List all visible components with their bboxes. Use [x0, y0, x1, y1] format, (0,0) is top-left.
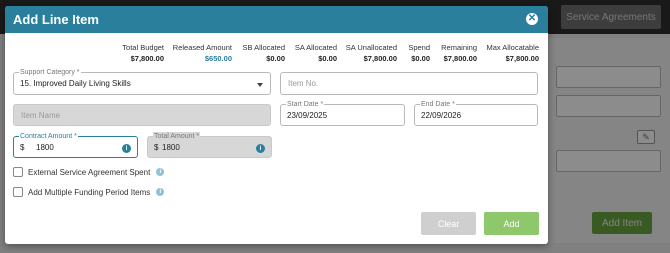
info-icon[interactable]: i — [156, 188, 165, 196]
clear-button[interactable]: Clear — [421, 212, 476, 235]
stat-sb-allocated: SB Allocated $0.00 — [242, 43, 285, 63]
stat-spend: Spend $0.00 — [408, 43, 430, 63]
close-icon[interactable]: ✕ — [526, 13, 538, 25]
stat-total-budget: Total Budget $7,800.00 — [122, 43, 164, 63]
add-line-item-dialog: Add Line Item ✕ Total Budget $7,800.00 R… — [5, 6, 548, 244]
chevron-down-icon — [257, 83, 263, 87]
multiple-funding-checkbox[interactable] — [13, 187, 23, 197]
stat-remaining: Remaining $7,800.00 — [441, 43, 477, 63]
dialog-title: Add Line Item — [13, 12, 99, 27]
item-no-input[interactable]: Item No. — [280, 72, 538, 95]
dialog-header: Add Line Item ✕ — [5, 6, 548, 33]
total-amount-input: Total Amount * $ 1800 i — [147, 132, 272, 158]
end-date-field[interactable]: End Date * 22/09/2026 — [414, 100, 538, 126]
stat-sa-unallocated: SA Unallocated $7,800.00 — [345, 43, 397, 63]
stat-released-amount: Released Amount $650.00 — [172, 43, 232, 63]
multiple-funding-row: Add Multiple Funding Period Items i — [13, 187, 165, 197]
info-icon[interactable]: i — [156, 168, 165, 176]
multiple-funding-label: Add Multiple Funding Period Items — [28, 187, 151, 197]
stat-sa-allocated: SA Allocated $0.00 — [294, 43, 337, 63]
support-category-select[interactable]: Support Category * 15. Improved Daily Li… — [13, 68, 271, 95]
add-button[interactable]: Add — [484, 212, 539, 235]
item-name-input: Item Name — [13, 104, 271, 126]
info-icon[interactable]: i — [256, 144, 265, 153]
budget-summary: Total Budget $7,800.00 Released Amount $… — [5, 43, 548, 65]
start-date-field[interactable]: Start Date * 23/09/2025 — [280, 100, 405, 126]
external-spent-row: External Service Agreement Spent i — [13, 167, 165, 177]
external-spent-checkbox[interactable] — [13, 167, 23, 177]
stat-max-allocatable: Max Allocatable $7,800.00 — [486, 43, 539, 63]
contract-amount-input[interactable]: Contract Amount * $ 1800 i — [13, 132, 138, 158]
external-spent-label: External Service Agreement Spent — [28, 167, 151, 177]
info-icon[interactable]: i — [122, 144, 131, 153]
